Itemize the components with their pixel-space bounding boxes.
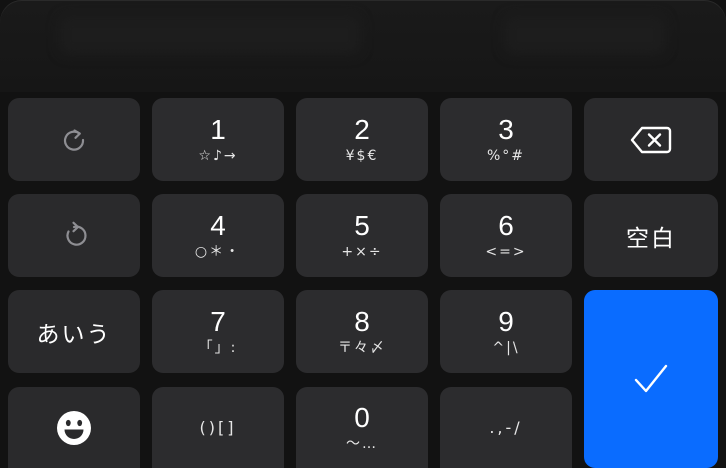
key-1[interactable]: 1 ☆♪→: [152, 98, 284, 181]
key-0-content: 0 〜…: [346, 401, 378, 452]
key-symbols: +×÷: [341, 243, 383, 260]
key-symbols: 「」:: [198, 339, 238, 356]
key-3[interactable]: 3 %°#: [440, 98, 572, 181]
key-9[interactable]: 9 ^|\: [440, 290, 572, 373]
key-digit: 5: [354, 209, 370, 241]
key-4[interactable]: 4 ○＊・: [152, 194, 284, 277]
key-5[interactable]: 5 +×÷: [296, 194, 428, 277]
checkmark-icon: [631, 361, 671, 397]
key-symbols: ○＊・: [194, 243, 242, 260]
key-digit: 4: [210, 209, 226, 241]
key-0[interactable]: 0 〜…: [296, 387, 428, 468]
key-digit: 0: [354, 401, 370, 433]
kana-mode-label: あいう: [36, 321, 112, 348]
key-symbols: <=>: [485, 243, 527, 260]
undo-icon: [59, 221, 89, 251]
emoji-key[interactable]: [8, 387, 140, 468]
key-digit: 1: [210, 113, 226, 145]
redo-key[interactable]: [8, 98, 140, 181]
keyboard-screen: 1 ☆♪→ 2 ¥$€ 3 %°# 4 ○＊・ 5 +×÷ 6 <=> 空白 あ…: [0, 0, 726, 468]
key-digit: 3: [498, 113, 514, 145]
key-7[interactable]: 7 「」:: [152, 290, 284, 373]
suggestion-placeholder: [505, 16, 665, 54]
key-brackets[interactable]: ()[]: [152, 387, 284, 468]
key-6[interactable]: 6 <=>: [440, 194, 572, 277]
key-symbols: %°#: [486, 147, 526, 164]
key-punctuation[interactable]: .,-/: [440, 387, 572, 468]
redo-icon: [59, 125, 89, 155]
key-symbols: 〜…: [346, 435, 378, 452]
suggestion-placeholder: [60, 16, 360, 54]
key-symbols: 〒々〆: [338, 339, 386, 356]
confirm-key[interactable]: [584, 290, 718, 468]
key-symbols: ()[]: [199, 418, 237, 437]
key-symbols: ¥$€: [345, 147, 379, 164]
key-symbols: .,-/: [489, 418, 523, 437]
key-symbols: ^|\: [492, 339, 520, 356]
key-digit: 7: [210, 305, 226, 337]
kana-mode-key[interactable]: あいう: [8, 290, 140, 373]
suggestion-bar: [0, 0, 726, 92]
undo-key[interactable]: [8, 194, 140, 277]
key-digit: 9: [498, 305, 514, 337]
key-digit: 8: [354, 305, 370, 337]
key-digit: 6: [498, 209, 514, 241]
space-label: 空白: [626, 225, 676, 252]
key-digit: 2: [354, 113, 370, 145]
key-symbols: ☆♪→: [198, 147, 238, 164]
emoji-icon: [56, 410, 92, 446]
space-key[interactable]: 空白: [584, 194, 718, 277]
backspace-key[interactable]: [584, 98, 718, 181]
backspace-icon: [629, 124, 673, 156]
key-8[interactable]: 8 〒々〆: [296, 290, 428, 373]
key-2[interactable]: 2 ¥$€: [296, 98, 428, 181]
